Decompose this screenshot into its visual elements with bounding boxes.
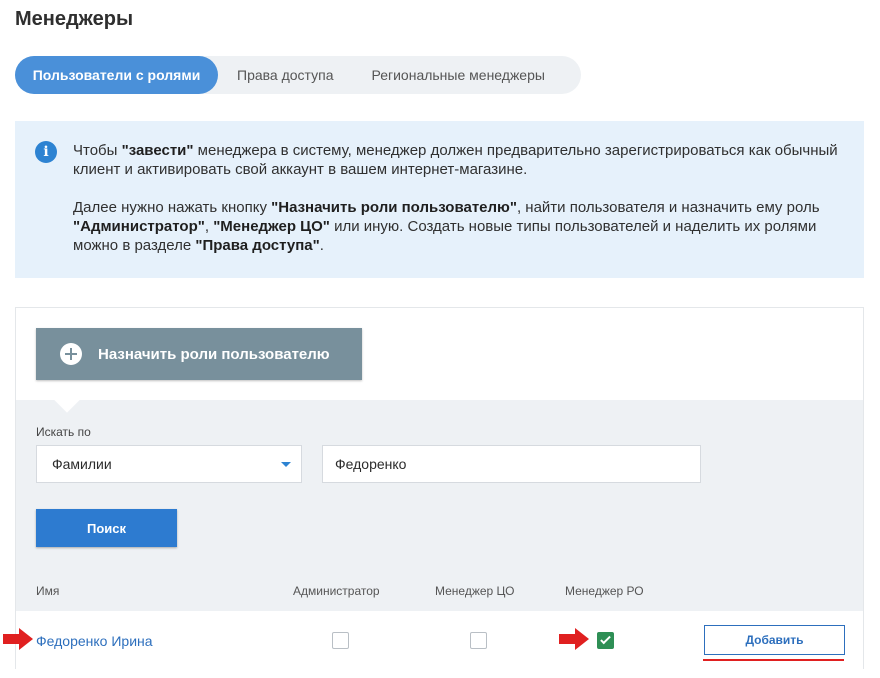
- red-underline-annotation: [703, 659, 844, 661]
- info-box: i Чтобы "завести" менеджера в систему, м…: [15, 121, 864, 278]
- info-paragraph-1: Чтобы "завести" менеджера в систему, мен…: [73, 142, 838, 178]
- column-header-manager-ro: Менеджер РО: [565, 584, 644, 598]
- tab-regional-managers[interactable]: Региональные менеджеры: [353, 56, 562, 94]
- info-paragraph-2: Далее нужно нажать кнопку "Назначить рол…: [73, 199, 820, 254]
- manager-co-checkbox[interactable]: [470, 632, 487, 649]
- column-header-admin: Администратор: [293, 584, 380, 598]
- info-text: Чтобы "завести" менеджера в систему, мен…: [73, 141, 853, 255]
- tab-bar: Пользователи с ролями Права доступа Реги…: [15, 56, 581, 94]
- manager-ro-checkbox[interactable]: [597, 632, 614, 649]
- users-panel: Назначить роли пользователю Искать по Фа…: [15, 307, 864, 669]
- table-header: Имя Администратор Менеджер ЦО Менеджер Р…: [16, 571, 863, 611]
- search-field-select[interactable]: Фамилии: [36, 445, 302, 483]
- add-button[interactable]: Добавить: [704, 625, 845, 655]
- checkmark-icon: [600, 633, 611, 645]
- assign-roles-label: Назначить роли пользователю: [98, 345, 330, 363]
- search-by-label: Искать по: [36, 425, 91, 439]
- assign-roles-button[interactable]: Назначить роли пользователю: [36, 328, 362, 380]
- page-title: Менеджеры: [15, 8, 134, 30]
- admin-checkbox[interactable]: [332, 632, 349, 649]
- info-icon: i: [35, 141, 57, 163]
- chevron-down-icon: [281, 462, 291, 467]
- red-arrow-icon: [3, 628, 33, 650]
- search-input[interactable]: [322, 445, 701, 483]
- search-field-value: Фамилии: [52, 456, 112, 472]
- red-arrow-icon: [559, 628, 589, 650]
- search-button[interactable]: Поиск: [36, 509, 177, 547]
- tab-users-with-roles[interactable]: Пользователи с ролями: [15, 56, 218, 94]
- search-area: Искать по Фамилии Поиск: [16, 387, 863, 571]
- column-header-name: Имя: [36, 584, 60, 598]
- user-name-link[interactable]: Федоренко Ирина: [36, 633, 153, 649]
- column-header-manager-co: Менеджер ЦО: [435, 584, 515, 598]
- tab-access-rights[interactable]: Права доступа: [218, 56, 353, 94]
- plus-icon: [60, 343, 82, 365]
- search-notch: [54, 387, 80, 413]
